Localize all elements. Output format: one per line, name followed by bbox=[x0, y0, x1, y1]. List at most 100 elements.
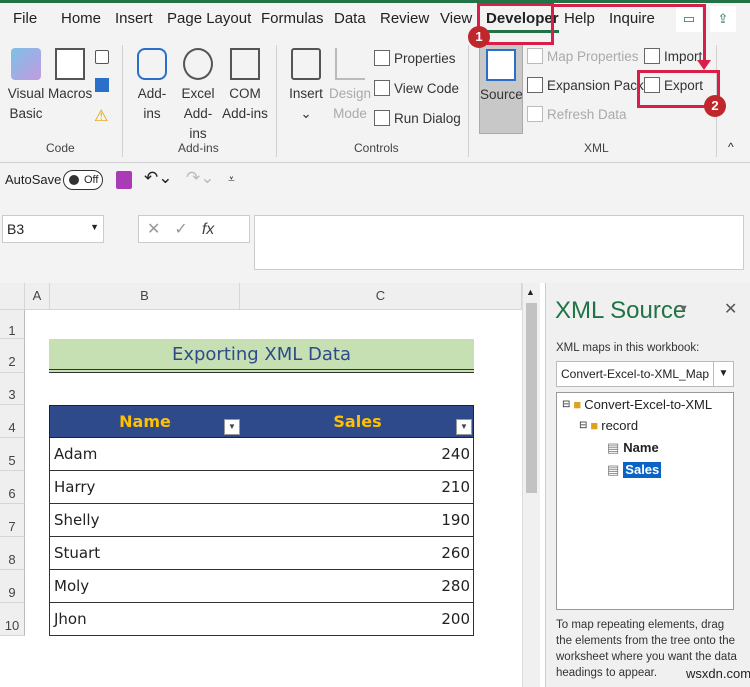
save-icon[interactable] bbox=[116, 171, 132, 189]
tab-inquire[interactable]: Inquire bbox=[609, 10, 655, 27]
sheet-title-cell[interactable]: Exporting XML Data bbox=[49, 339, 474, 373]
macro-security-icon[interactable]: ⚠ bbox=[94, 106, 108, 126]
run-dialog-button[interactable]: Run Dialog bbox=[374, 110, 461, 126]
column-header-c[interactable]: C bbox=[240, 283, 522, 310]
redo-icon[interactable]: ↷⌄ bbox=[186, 168, 215, 188]
name-cell[interactable]: Adam bbox=[49, 438, 240, 471]
sales-cell[interactable]: 200 bbox=[240, 603, 474, 636]
design-mode-label: Design Mode bbox=[328, 86, 372, 121]
map-properties-icon bbox=[527, 48, 543, 64]
name-cell[interactable]: Jhon bbox=[49, 603, 240, 636]
view-code-button[interactable]: View Code bbox=[374, 80, 459, 96]
row-header[interactable]: 6 bbox=[0, 471, 25, 504]
source-button[interactable]: Source bbox=[479, 42, 523, 134]
sales-cell[interactable]: 190 bbox=[240, 504, 474, 537]
sales-cell[interactable]: 240 bbox=[240, 438, 474, 471]
row-header[interactable]: 4 bbox=[0, 405, 25, 438]
name-cell[interactable]: Shelly bbox=[49, 504, 240, 537]
row-header[interactable]: 2 bbox=[0, 339, 25, 373]
properties-button[interactable]: Properties bbox=[374, 50, 456, 66]
pane-options-icon[interactable]: ▼ bbox=[678, 303, 689, 315]
scrollbar-thumb[interactable] bbox=[526, 303, 537, 493]
expansion-packs-button[interactable]: Expansion Packs bbox=[527, 77, 651, 93]
tree-node-sales[interactable]: ▤ Sales bbox=[607, 462, 662, 478]
autosave-toggle[interactable]: Off bbox=[63, 170, 103, 190]
cancel-icon[interactable]: ✕ bbox=[147, 221, 174, 238]
map-properties-button[interactable]: Map Properties bbox=[527, 48, 639, 64]
expansion-packs-label: Expansion Packs bbox=[547, 77, 651, 93]
name-cell[interactable]: Stuart bbox=[49, 537, 240, 570]
refresh-data-icon bbox=[527, 106, 543, 122]
tree-node-name[interactable]: ▤ Name bbox=[607, 440, 659, 456]
tab-data[interactable]: Data bbox=[334, 10, 366, 27]
share-icon[interactable]: ⇪ bbox=[710, 6, 736, 32]
close-icon[interactable]: ✕ bbox=[724, 299, 737, 319]
row-header[interactable]: 8 bbox=[0, 537, 25, 570]
tree-node-record[interactable]: ⊟ ■ record bbox=[579, 418, 638, 433]
tab-file[interactable]: File bbox=[13, 10, 37, 27]
scroll-up-icon[interactable]: ▲ bbox=[526, 287, 535, 297]
filter-dropdown-icon[interactable]: ▼ bbox=[456, 419, 472, 435]
tab-home[interactable]: Home bbox=[61, 10, 101, 27]
sales-cell[interactable]: 210 bbox=[240, 471, 474, 504]
tab-help[interactable]: Help bbox=[564, 10, 595, 27]
name-box[interactable]: B3 ▼ bbox=[2, 215, 104, 243]
comments-icon[interactable]: ▭ bbox=[676, 6, 702, 32]
com-addins-button[interactable]: COM Add-ins bbox=[222, 48, 268, 124]
macros-button[interactable]: Macros bbox=[48, 48, 92, 104]
name-cell[interactable]: Harry bbox=[49, 471, 240, 504]
row-header[interactable]: 10 bbox=[0, 603, 25, 636]
header-sales[interactable]: Sales bbox=[240, 412, 475, 431]
run-dialog-icon bbox=[374, 110, 390, 126]
annotation-arrow bbox=[554, 4, 706, 7]
relative-references-icon[interactable] bbox=[95, 78, 109, 92]
row-header[interactable]: 5 bbox=[0, 438, 25, 471]
undo-icon[interactable]: ↶⌄ bbox=[144, 168, 173, 188]
row-header[interactable]: 1 bbox=[0, 310, 25, 339]
tab-page-layout[interactable]: Page Layout bbox=[167, 10, 251, 27]
addins-label: Add-ins bbox=[137, 86, 167, 121]
record-label: record bbox=[601, 418, 639, 433]
name-cell[interactable]: Moly bbox=[49, 570, 240, 603]
insert-control-button[interactable]: Insert ⌄ bbox=[286, 48, 326, 124]
vertical-scrollbar[interactable]: ▲ bbox=[522, 283, 540, 687]
column-header-b[interactable]: B bbox=[50, 283, 240, 310]
sales-cell[interactable]: 280 bbox=[240, 570, 474, 603]
group-label-addins: Add-ins bbox=[178, 141, 219, 155]
row-header[interactable]: 7 bbox=[0, 504, 25, 537]
row-header[interactable]: 3 bbox=[0, 373, 25, 405]
import-button[interactable]: Import bbox=[644, 48, 702, 64]
function-icon[interactable]: fx bbox=[202, 221, 214, 238]
row-header[interactable]: 9 bbox=[0, 570, 25, 603]
visual-basic-icon bbox=[11, 48, 41, 80]
customize-qat-icon[interactable]: ⩡ bbox=[228, 172, 235, 187]
refresh-data-button[interactable]: Refresh Data bbox=[527, 106, 627, 122]
visual-basic-button[interactable]: Visual Basic bbox=[6, 48, 46, 124]
tab-view[interactable]: View bbox=[440, 10, 472, 27]
addins-button[interactable]: Add-ins bbox=[130, 48, 174, 124]
xml-map-select[interactable]: Convert-Excel-to-XML_Map ▼ bbox=[556, 361, 734, 387]
element-icon: ▤ bbox=[607, 440, 620, 455]
column-header-a[interactable]: A bbox=[25, 283, 50, 310]
record-macro-icon[interactable] bbox=[95, 50, 109, 64]
macros-icon bbox=[55, 48, 85, 80]
header-name[interactable]: Name bbox=[50, 412, 240, 431]
xml-tree[interactable]: ⊟ ■ Convert-Excel-to-XML ⊟ ■ record ▤ Name ▤ S… bbox=[556, 392, 734, 610]
formula-input[interactable] bbox=[254, 215, 744, 270]
collapse-ribbon-icon[interactable]: ^ bbox=[728, 140, 734, 154]
tab-review[interactable]: Review bbox=[380, 10, 429, 27]
filter-dropdown-icon[interactable]: ▼ bbox=[224, 419, 240, 435]
tree-node-root[interactable]: ⊟ ■ Convert-Excel-to-XML bbox=[562, 397, 712, 412]
tab-insert[interactable]: Insert bbox=[115, 10, 153, 27]
root-label: Convert-Excel-to-XML bbox=[584, 397, 713, 412]
design-mode-button[interactable]: Design Mode bbox=[328, 48, 372, 124]
collapse-icon[interactable]: ⊟ bbox=[562, 399, 570, 410]
enter-icon[interactable]: ✓ bbox=[174, 221, 201, 238]
select-all-corner[interactable] bbox=[0, 283, 25, 310]
tab-formulas[interactable]: Formulas bbox=[261, 10, 324, 27]
sales-cell[interactable]: 260 bbox=[240, 537, 474, 570]
autosave-label: AutoSave bbox=[5, 172, 62, 187]
collapse-icon[interactable]: ⊟ bbox=[579, 420, 587, 431]
excel-addins-button[interactable]: Excel Add-ins bbox=[176, 48, 220, 144]
toggle-knob bbox=[69, 175, 79, 185]
